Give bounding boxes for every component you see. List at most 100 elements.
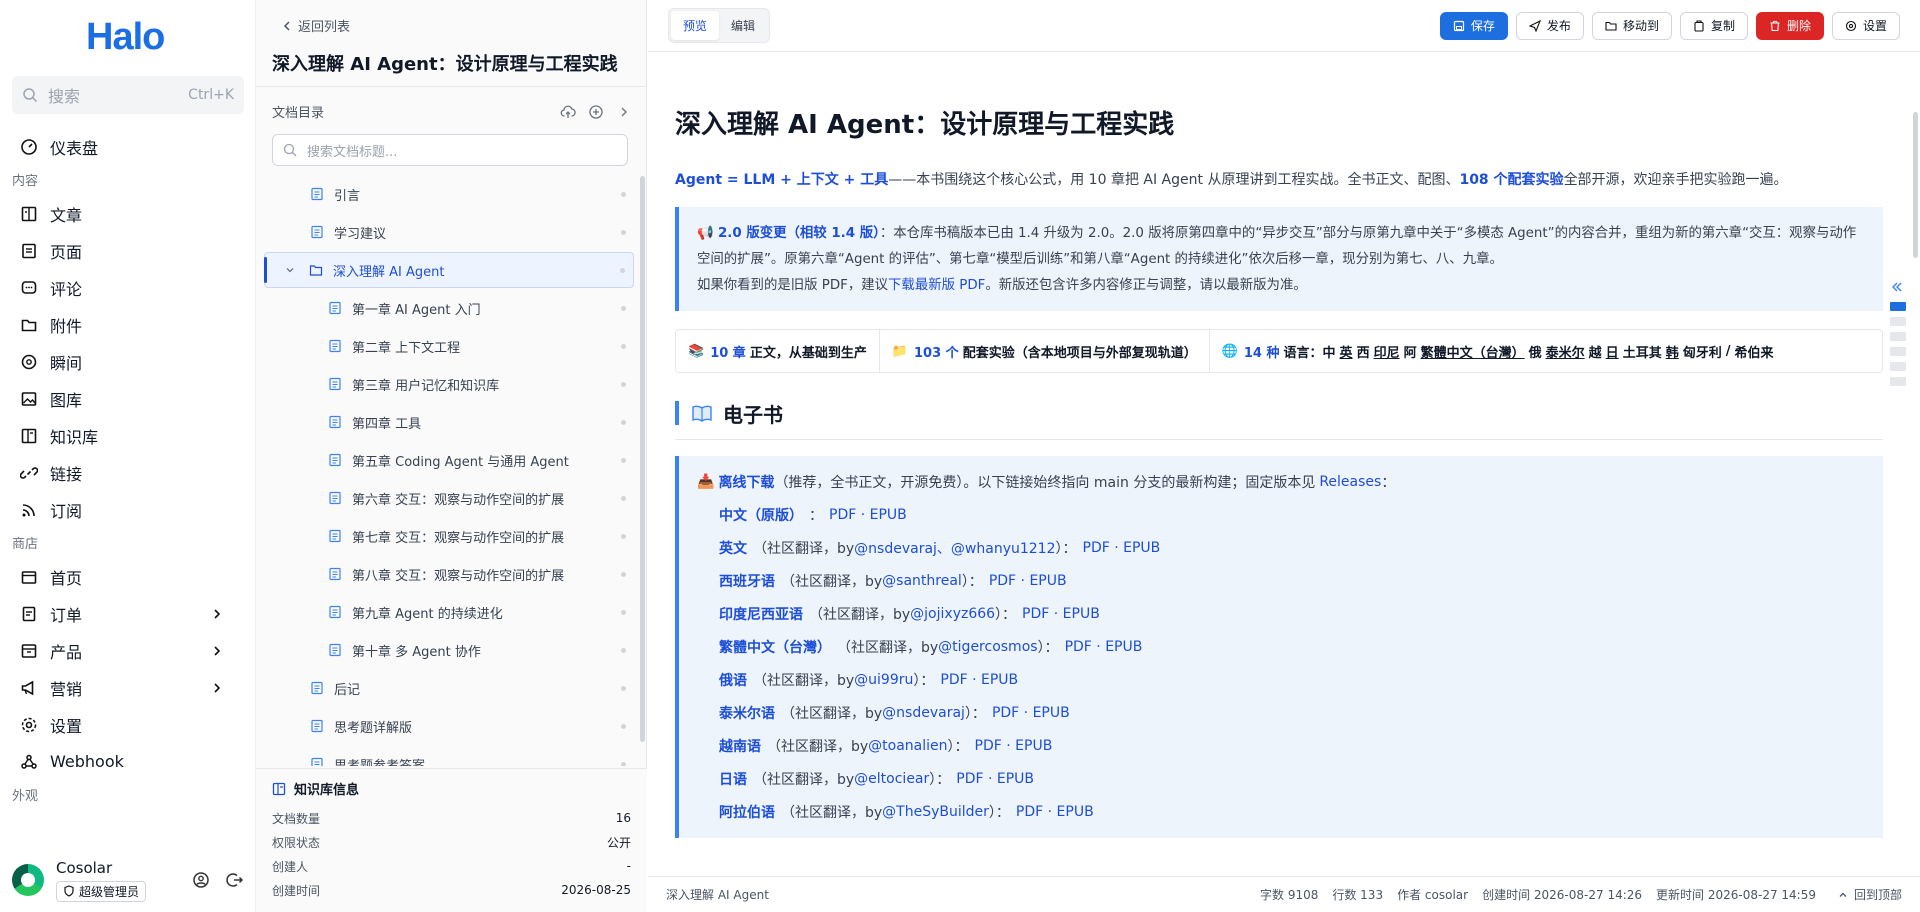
outline-tick[interactable] (1890, 332, 1906, 341)
sidebar-item-shop-home[interactable]: 首页 (0, 558, 256, 595)
ebook-lang[interactable]: 中文（原版） (719, 505, 803, 525)
ebook-formats-link[interactable]: PDF · EPUB (989, 573, 1067, 589)
caret-down-icon[interactable] (285, 265, 295, 275)
halo-logo[interactable]: Halo (86, 16, 165, 59)
sidebar-item-products[interactable]: 产品 (0, 632, 256, 669)
toc-item-chapter-1[interactable]: 第一章 AI Agent 入门 (264, 290, 634, 326)
toc-search-input[interactable]: 搜索文档标题... (272, 134, 628, 166)
ebook-translator-link[interactable]: @jojixyz666 (910, 606, 995, 622)
lang-link[interactable]: 阿 (1404, 342, 1417, 361)
lang-link[interactable]: 匈牙利 (1683, 342, 1722, 361)
global-search[interactable]: 搜索 Ctrl+K (12, 76, 244, 114)
sidebar-item-moments[interactable]: 瞬间 (0, 343, 256, 380)
save-button[interactable]: 保存 (1439, 11, 1508, 40)
ebook-lang[interactable]: 繁體中文（台灣） (719, 637, 831, 657)
lang-link[interactable]: 韩 (1666, 342, 1679, 361)
toc-item-study-tips[interactable]: 学习建议 (264, 214, 634, 250)
ebook-translator-link[interactable]: @nsdevaraj、@whanyu1212 (854, 538, 1055, 558)
lang-link[interactable]: 俄 (1529, 342, 1542, 361)
sidebar-item-orders[interactable]: 订单 (0, 595, 256, 632)
lang-link[interactable]: 越 (1589, 342, 1602, 361)
sidebar-item-attachments[interactable]: 附件 (0, 306, 256, 343)
ebook-formats-link[interactable]: PDF · EPUB (940, 672, 1018, 688)
lang-link[interactable]: 日 (1606, 342, 1619, 361)
ebook-formats-link[interactable]: PDF · EPUB (829, 507, 907, 523)
ebook-lang[interactable]: 印度尼西亚语 (719, 604, 803, 624)
ebook-translator-link[interactable]: @ui99ru (854, 672, 913, 688)
settings-button[interactable]: 设置 (1831, 11, 1900, 40)
outline-tick[interactable] (1890, 362, 1906, 371)
ebook-formats-link[interactable]: PDF · EPUB (1083, 540, 1161, 556)
lang-link[interactable]: 中 (1323, 342, 1336, 361)
toc-item-exercise-answers[interactable]: 思考题参考答案 (264, 746, 634, 766)
ebook-translator-link[interactable]: @nsdevaraj (882, 705, 965, 721)
lang-link[interactable]: 繁體中文（台灣） (1421, 342, 1525, 361)
sidebar-item-links[interactable]: 链接 (0, 454, 256, 491)
ebook-lang[interactable]: 英文 (719, 538, 747, 558)
ebook-formats-link[interactable]: PDF · EPUB (992, 705, 1070, 721)
tab-edit[interactable]: 编辑 (719, 11, 767, 40)
logout-icon[interactable] (226, 871, 244, 889)
back-to-list-link[interactable]: 返回列表 (280, 16, 350, 35)
toc-item-exercise-details[interactable]: 思考题详解版 (264, 708, 634, 744)
lang-link[interactable]: 英 (1340, 342, 1353, 361)
outline-tick-active[interactable] (1890, 302, 1906, 311)
toc-item-afterword[interactable]: 后记 (264, 670, 634, 706)
sidebar-item-knowledge-base[interactable]: 知识库 (0, 417, 256, 454)
ebook-lang[interactable]: 阿拉伯语 (719, 802, 775, 822)
toc-item-chapter-2[interactable]: 第二章 上下文工程 (264, 328, 634, 364)
ebook-lang[interactable]: 越南语 (719, 736, 761, 756)
toc-item-chapter-4[interactable]: 第四章 工具 (264, 404, 634, 440)
lang-link[interactable]: 印尼 (1374, 342, 1400, 361)
delete-button[interactable]: 删除 (1755, 11, 1824, 40)
ebook-translator-link[interactable]: @TheSyBuilder (882, 804, 989, 820)
lang-link[interactable]: 希伯来 (1734, 342, 1773, 361)
ebook-translator-link[interactable]: @tigercosmos (938, 639, 1037, 655)
sidebar-item-webhook[interactable]: Webhook (0, 743, 256, 780)
toc-item-chapter-10[interactable]: 第十章 多 Agent 协作 (264, 632, 634, 668)
publish-button[interactable]: 发布 (1515, 11, 1584, 40)
move-to-button[interactable]: 移动到 (1591, 11, 1672, 40)
toc-item-intro[interactable]: 引言 (264, 176, 634, 212)
lang-link[interactable]: 泰米尔 (1546, 342, 1585, 361)
sidebar-item-marketing[interactable]: 营销 (0, 669, 256, 706)
sidebar-item-settings[interactable]: 设置 (0, 706, 256, 743)
toc-item-chapter-5[interactable]: 第五章 Coding Agent 与通用 Agent (264, 442, 634, 478)
chevron-right-icon[interactable] (616, 104, 632, 120)
ebook-lang[interactable]: 西班牙语 (719, 571, 775, 591)
toc-item-chapter-7[interactable]: 第七章 交互：观察与动作空间的扩展 (264, 518, 634, 554)
ebook-lang[interactable]: 日语 (719, 769, 747, 789)
ebook-lang[interactable]: 俄语 (719, 670, 747, 690)
lang-link[interactable]: 土耳其 (1623, 342, 1662, 361)
ebook-formats-link[interactable]: PDF · EPUB (1022, 606, 1100, 622)
sidebar-item-gallery[interactable]: 图库 (0, 380, 256, 417)
add-circle-icon[interactable] (588, 104, 604, 120)
experiments-link[interactable]: 108 个配套实验 (1459, 172, 1563, 188)
double-chevron-left-icon[interactable] (1890, 280, 1904, 294)
releases-link[interactable]: Releases (1319, 474, 1381, 490)
toc-item-chapter-3[interactable]: 第三章 用户记忆和知识库 (264, 366, 634, 402)
lang-link[interactable]: 西 (1357, 342, 1370, 361)
profile-icon[interactable] (192, 871, 210, 889)
back-to-top-button[interactable]: 回到顶部 (1838, 886, 1902, 903)
sidebar-item-subscriptions[interactable]: 订阅 (0, 491, 256, 528)
offline-download-link[interactable]: 离线下载 (718, 472, 774, 492)
ebook-formats-link[interactable]: PDF · EPUB (956, 771, 1034, 787)
sidebar-item-posts[interactable]: 文章 (0, 195, 256, 232)
ebook-translator-link[interactable]: @santhreal (882, 573, 962, 589)
formula-link[interactable]: Agent = LLM + 上下文 + 工具 (675, 172, 888, 188)
content-scrollbar[interactable] (1913, 112, 1918, 258)
ebook-formats-link[interactable]: PDF · EPUB (1016, 804, 1094, 820)
download-latest-link[interactable]: 下载最新版 PDF (888, 278, 985, 293)
copy-button[interactable]: 复制 (1679, 11, 1748, 40)
ebook-lang[interactable]: 泰米尔语 (719, 703, 775, 723)
ebook-formats-link[interactable]: PDF · EPUB (1065, 639, 1143, 655)
toc-item-folder-active[interactable]: 深入理解 AI Agent (264, 252, 634, 288)
toc-item-chapter-6[interactable]: 第六章 交互：观察与动作空间的扩展 (264, 480, 634, 516)
avatar[interactable] (12, 864, 44, 896)
ebook-translator-link[interactable]: @toanalien (868, 738, 947, 754)
sidebar-item-dashboard[interactable]: 仪表盘 (0, 128, 256, 165)
ebook-translator-link[interactable]: @eltociear (854, 771, 929, 787)
outline-tick[interactable] (1890, 317, 1906, 326)
toc-item-chapter-8[interactable]: 第八章 交互：观察与动作空间的扩展 (264, 556, 634, 592)
